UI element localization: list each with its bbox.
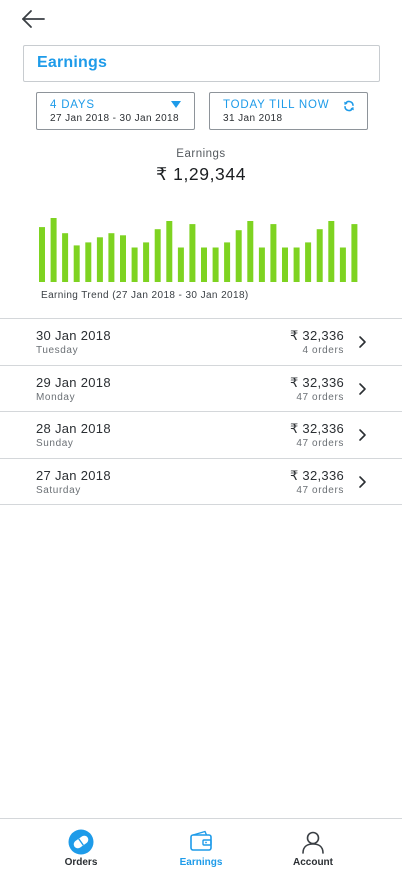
chart-bar bbox=[316, 229, 323, 282]
page-title-box: Earnings bbox=[23, 45, 380, 82]
row-orders: 47 orders bbox=[296, 391, 344, 403]
chart-bar bbox=[85, 242, 92, 282]
row-date: 29 Jan 2018 bbox=[36, 374, 111, 390]
refresh-icon[interactable] bbox=[343, 100, 355, 112]
chart-bar bbox=[154, 229, 161, 282]
chart-caption: Earning Trend (27 Jan 2018 - 30 Jan 2018… bbox=[41, 290, 249, 301]
page-title: Earnings bbox=[37, 54, 108, 71]
chart-bar bbox=[143, 242, 150, 282]
today-date: 31 Jan 2018 bbox=[223, 113, 283, 124]
account-icon bbox=[302, 831, 324, 854]
list-item[interactable]: 28 Jan 2018 Sunday ₹ 32,336 47 orders bbox=[0, 412, 402, 459]
chart-bar bbox=[270, 224, 277, 282]
chart-bar bbox=[108, 233, 115, 282]
today-filter-button[interactable]: TODAY TILL NOW 31 Jan 2018 bbox=[209, 92, 368, 130]
chart-bar bbox=[201, 247, 207, 282]
chart-bar bbox=[212, 247, 219, 282]
row-orders: 47 orders bbox=[296, 438, 344, 449]
chevron-right-icon bbox=[359, 336, 366, 348]
chevron-right-icon bbox=[359, 429, 366, 441]
chart-bar bbox=[177, 247, 184, 282]
row-amount: ₹ 32,336 bbox=[289, 374, 344, 390]
chevron-right-icon bbox=[359, 382, 366, 395]
chart-bar bbox=[39, 227, 45, 282]
row-date: 28 Jan 2018 bbox=[36, 421, 111, 436]
chart-bar bbox=[50, 218, 57, 282]
chart-bar bbox=[293, 247, 300, 282]
chart-bar bbox=[339, 247, 346, 282]
chart-bar bbox=[120, 235, 126, 282]
period-range: 27 Jan 2018 - 30 Jan 2018 bbox=[50, 113, 179, 124]
row-day: Tuesday bbox=[36, 345, 79, 356]
orders-icon bbox=[68, 829, 94, 855]
chart-bar bbox=[96, 237, 103, 282]
bottom-tab-bar: Orders Earnings Account bbox=[0, 818, 402, 872]
row-day: Monday bbox=[36, 391, 76, 403]
earnings-total: ₹ 1,29,344 bbox=[155, 164, 247, 184]
today-label: TODAY TILL NOW bbox=[223, 99, 330, 111]
period-label: 4 DAYS bbox=[50, 99, 95, 111]
chart-bar bbox=[235, 230, 242, 282]
row-amount: ₹ 32,336 bbox=[289, 467, 344, 483]
row-day: Saturday bbox=[36, 484, 81, 496]
row-amount: ₹ 32,336 bbox=[289, 328, 344, 343]
earning-trend-chart bbox=[39, 218, 358, 282]
back-button[interactable] bbox=[20, 8, 50, 34]
chart-bar bbox=[73, 245, 80, 282]
back-arrow-icon bbox=[22, 10, 45, 28]
chart-bar bbox=[305, 242, 312, 282]
chart-bar bbox=[351, 224, 358, 282]
chart-bar bbox=[131, 247, 138, 282]
list-item[interactable]: 30 Jan 2018 Tuesday ₹ 32,336 4 orders bbox=[0, 319, 402, 366]
chart-bar bbox=[166, 221, 173, 282]
list-item[interactable]: 27 Jan 2018 Saturday ₹ 32,336 47 orders bbox=[0, 459, 402, 505]
chart-bar bbox=[247, 221, 254, 282]
row-date: 27 Jan 2018 bbox=[36, 467, 111, 483]
tab-account[interactable]: Account bbox=[246, 819, 380, 872]
chart-bar bbox=[282, 247, 288, 282]
row-date: 30 Jan 2018 bbox=[36, 328, 111, 343]
row-orders: 47 orders bbox=[296, 484, 344, 496]
tab-label: Account bbox=[293, 857, 333, 868]
row-day: Sunday bbox=[36, 438, 74, 449]
row-amount: ₹ 32,336 bbox=[289, 421, 344, 436]
chart-bar bbox=[189, 224, 196, 282]
tab-label: Orders bbox=[64, 857, 98, 868]
caret-down-icon bbox=[171, 101, 181, 108]
chart-bar bbox=[224, 242, 231, 282]
chart-bar bbox=[62, 233, 69, 282]
period-dropdown[interactable]: 4 DAYS 27 Jan 2018 - 30 Jan 2018 bbox=[36, 92, 195, 130]
chart-bar bbox=[258, 247, 265, 282]
tab-orders[interactable]: Orders bbox=[14, 819, 148, 872]
chevron-right-icon bbox=[359, 475, 366, 488]
earnings-label: Earnings bbox=[176, 148, 226, 160]
wallet-icon bbox=[190, 830, 212, 851]
row-orders: 4 orders bbox=[302, 345, 344, 356]
list-item[interactable]: 29 Jan 2018 Monday ₹ 32,336 47 orders bbox=[0, 366, 402, 412]
chart-bar bbox=[328, 221, 335, 282]
daily-earnings-list: 30 Jan 2018 Tuesday ₹ 32,336 4 orders 29… bbox=[0, 318, 402, 505]
